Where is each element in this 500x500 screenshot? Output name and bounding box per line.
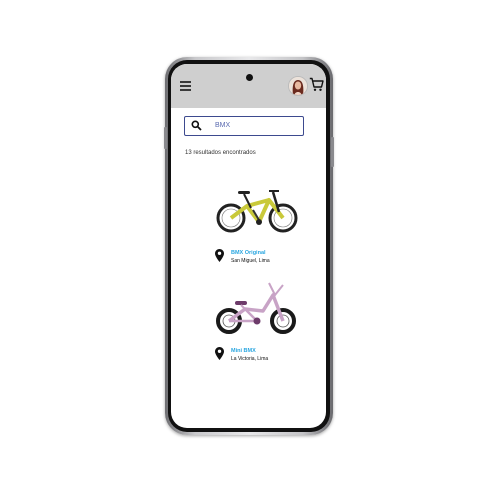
product-name[interactable]: Mini BMX: [231, 348, 256, 354]
avatar[interactable]: [288, 76, 308, 96]
search-bar[interactable]: [184, 116, 304, 136]
location-pin-icon: [215, 249, 224, 262]
search-icon[interactable]: [191, 120, 202, 131]
menu-icon[interactable]: [180, 81, 191, 91]
product-name[interactable]: BMX Original: [231, 250, 266, 256]
cart-icon[interactable]: [309, 77, 324, 92]
phone-bezel: 13 resultados encontrados: [168, 60, 330, 432]
product-image[interactable]: [211, 279, 303, 335]
app-screen: 13 resultados encontrados: [171, 64, 326, 428]
power-button: [331, 137, 334, 167]
search-input[interactable]: [215, 119, 295, 132]
product-image[interactable]: [211, 182, 303, 238]
location-pin-icon: [215, 347, 224, 360]
product-location: La Victoria, Lima: [231, 356, 269, 362]
results-count: 13 resultados encontrados: [185, 150, 256, 156]
product-location: San Miguel, Lima: [231, 258, 270, 264]
front-camera: [246, 74, 253, 81]
phone-frame: 13 resultados encontrados: [164, 57, 334, 435]
top-bar: [171, 64, 326, 108]
volume-button: [164, 127, 167, 149]
